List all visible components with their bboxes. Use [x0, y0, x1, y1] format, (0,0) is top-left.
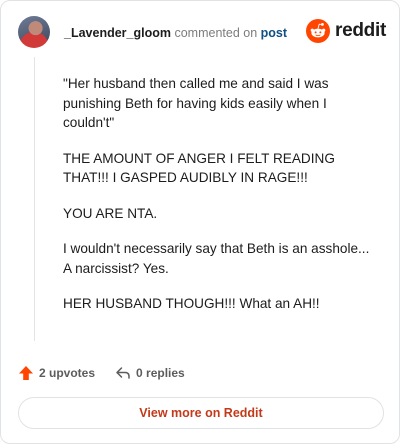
thread-line [34, 57, 35, 341]
author-name[interactable]: _Lavender_gloom [64, 26, 171, 40]
comment-paragraph: HER HUSBAND THOUGH!!! What an AH!! [63, 296, 320, 311]
reply-arrow-icon [116, 367, 130, 379]
reddit-alien-icon [306, 19, 331, 43]
user-avatar[interactable] [18, 16, 50, 48]
comment-paragraph: THE AMOUNT OF ANGER I FELT READING THAT!… [63, 150, 335, 186]
post-link[interactable]: post [261, 26, 287, 40]
view-more-on-reddit-button[interactable]: View more on Reddit [18, 397, 384, 429]
author-line: _Lavender_gloom commented on post [64, 26, 287, 40]
replies-count[interactable]: 0 replies [115, 365, 185, 381]
replies-label: 0 replies [136, 366, 185, 380]
upvote-arrow-icon [19, 366, 33, 380]
comment-header: _Lavender_gloom commented on post reddit [18, 16, 386, 52]
upvotes-count[interactable]: 2 upvotes [18, 365, 95, 381]
comment-body: "Her husband then called me and said I w… [63, 74, 375, 330]
upvotes-label: 2 upvotes [39, 366, 96, 380]
comment-footer: 2 upvotes 0 replies [18, 363, 205, 383]
reddit-comment-embed-card: _Lavender_gloom commented on post reddit… [0, 0, 400, 444]
author-action-text: commented on [174, 26, 258, 40]
reddit-wordmark: reddit [335, 20, 386, 41]
comment-paragraph: YOU ARE NTA. [63, 205, 158, 221]
comment-paragraph: I wouldn't necessarily say that Beth is … [63, 241, 370, 276]
reddit-logo[interactable]: reddit [306, 19, 386, 43]
comment-paragraph: "Her husband then called me and said I w… [63, 76, 329, 130]
